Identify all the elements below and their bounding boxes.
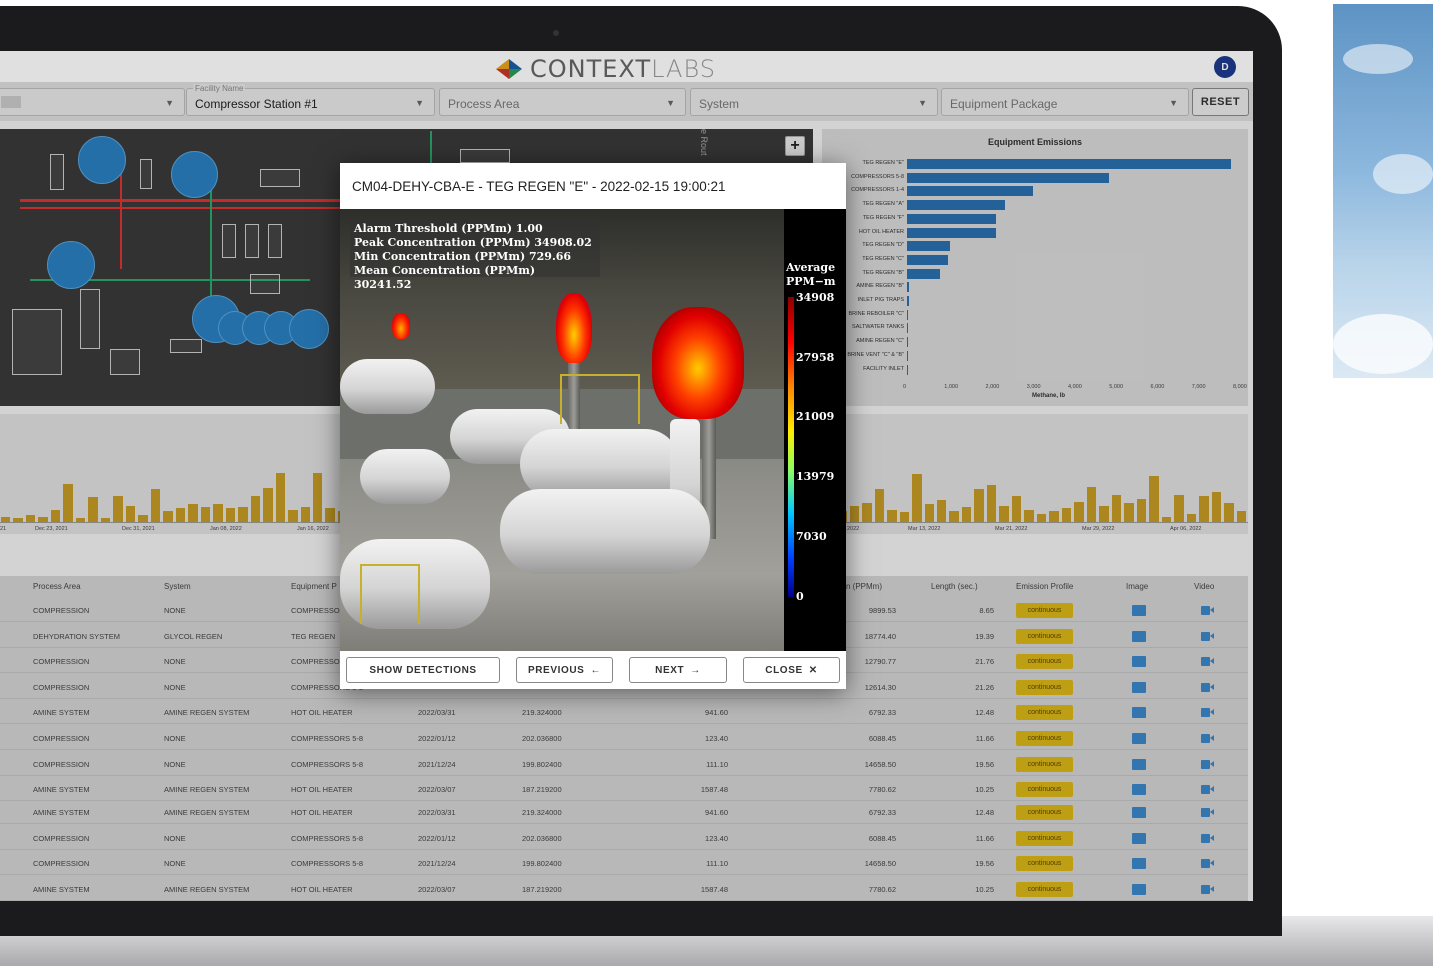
arrow-left-icon: ← [590,664,602,676]
button-label: SHOW DETECTIONS [369,664,477,676]
arrow-right-icon: → [690,664,701,676]
peak-concentration: Peak Concentration (PPMm) 34908.02 [354,236,592,249]
modal-title: CM04-DEHY-CBA-E - TEG REGEN "E" - 2022-0… [352,179,726,194]
gas-plume [556,293,592,363]
next-button[interactable]: NEXT → [629,657,727,683]
colorbar-tick: 7030 [796,530,827,543]
colorbar-tick: 21009 [796,410,835,423]
background-sky [1333,4,1433,378]
detection-modal: CM04-DEHY-CBA-E - TEG REGEN "E" - 2022-0… [340,163,846,689]
tank [360,449,450,504]
min-concentration: Min Concentration (PPMm) 729.66 [354,250,572,263]
show-detections-button[interactable]: SHOW DETECTIONS [346,657,500,683]
laptop-bezel: CONTEXTLABS D ▼ Facility Name Compressor… [0,6,1282,936]
cloud [1343,44,1413,74]
colorbar-tick: 13979 [796,470,835,483]
cloud [1333,314,1433,374]
close-button[interactable]: CLOSE ✕ [743,657,840,683]
colorbar-gradient [788,297,794,597]
button-label: NEXT [655,664,685,676]
colorbar-title-line: Average [786,261,836,274]
button-label: PREVIOUS [527,664,585,676]
tank [500,489,710,574]
concentration-stats: Alarm Threshold (PPMm) 1.00 Peak Concent… [350,219,600,291]
colorbar-tick: 34908 [796,291,835,304]
detection-image: Alarm Threshold (PPMm) 1.00 Peak Concent… [340,209,784,651]
colorbar: Average PPM−m 34908 27958 21009 13979 70… [784,209,846,651]
railing [560,374,640,424]
camera-dot [553,30,559,36]
close-icon: ✕ [808,664,818,676]
colorbar-tick: 27958 [796,351,835,364]
tank [340,359,435,414]
colorbar-tick: 0 [796,590,804,603]
colorbar-title-line: PPM−m [786,275,836,288]
previous-button[interactable]: PREVIOUS ← [516,657,613,683]
gas-plume [652,307,744,419]
button-label: CLOSE [765,664,803,676]
mean-concentration: Mean Concentration (PPMm) 30241.52 [354,264,536,291]
modal-actions: SHOW DETECTIONS PREVIOUS ← NEXT → CLOSE ✕ [340,651,846,689]
alarm-threshold: Alarm Threshold (PPMm) 1.00 [354,222,543,235]
gas-plume [392,313,410,339]
cloud [1373,154,1433,194]
colorbar-title: Average PPM−m [786,261,836,289]
railing [360,564,420,624]
app-screen: CONTEXTLABS D ▼ Facility Name Compressor… [0,51,1253,901]
